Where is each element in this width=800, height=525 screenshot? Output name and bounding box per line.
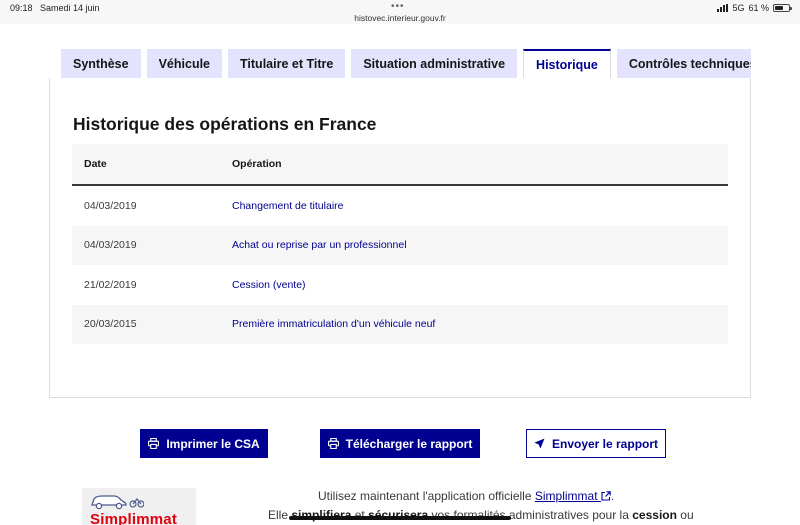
promo-text-prefix: Utilisez maintenant l'application offici… [318, 489, 532, 503]
status-time: 09:18 [10, 3, 33, 13]
battery-percent: 61 % [748, 3, 769, 13]
table-body: 04/03/2019 Changement de titulaire 04/03/2… [72, 186, 728, 344]
home-indicator[interactable] [289, 516, 511, 520]
tab-list: Synthèse Véhicule Titulaire et Titre Situat… [61, 49, 751, 78]
print-csa-label: Imprimer le CSA [166, 436, 260, 451]
row-operation-link[interactable]: Achat ou reprise par un professionnel [232, 239, 728, 251]
table-row: 04/03/2019 Changement de titulaire [72, 186, 728, 226]
page-title: Historique des opérations en France [73, 114, 377, 134]
battery-level [775, 6, 783, 10]
signal-icon [717, 4, 729, 12]
send-report-button[interactable]: Envoyer le rapport [526, 429, 666, 458]
row-date: 04/03/2019 [84, 239, 137, 252]
row-date: 21/02/2019 [84, 278, 137, 291]
row-date: 20/03/2015 [84, 318, 137, 331]
promo-text-a: Elle [268, 508, 289, 522]
table-row: 20/03/2015 Première immatriculation d'un … [72, 304, 728, 344]
printer-icon [327, 438, 339, 449]
simplimmat-link[interactable]: Simplimmat [535, 489, 611, 503]
print-csa-button[interactable]: Imprimer le CSA [140, 429, 268, 458]
row-operation-link[interactable]: Changement de titulaire [232, 200, 728, 212]
tab-synthese[interactable]: Synthèse [61, 49, 141, 78]
history-table: Date Opération 04/03/2019 Changement de t… [72, 144, 728, 344]
promo-text-g: ou [680, 508, 694, 522]
table-header: Date Opération [72, 144, 728, 186]
history-panel: Historique des opérations en France Date… [49, 78, 751, 398]
logo-text: Simplimmat [90, 511, 178, 525]
address-url[interactable]: histovec.interieur.gouv.fr [0, 13, 800, 23]
row-date: 04/03/2019 [84, 199, 137, 212]
status-date: Samedi 14 juin [40, 3, 100, 13]
tab-situation-administrative[interactable]: Situation administrative [351, 49, 518, 78]
tab-titulaire-et-titre[interactable]: Titulaire et Titre [228, 49, 346, 78]
tab-controles-techniques[interactable]: Contrôles techniques [616, 49, 751, 78]
download-report-button[interactable]: Télécharger le rapport [320, 429, 480, 458]
simplimmat-link-label: Simplimmat [534, 489, 598, 503]
table-row: 21/02/2019 Cession (vente) [72, 265, 728, 305]
more-dots-icon[interactable]: ••• [391, 1, 405, 12]
row-operation-link[interactable]: Première immatriculation d'un véhicule n… [232, 318, 728, 330]
tab-vehicule[interactable]: Véhicule [146, 49, 223, 78]
status-bar: 09:18 Samedi 14 juin ••• histovec.interi… [0, 0, 800, 24]
column-header-date: Date [84, 158, 107, 170]
external-link-icon [601, 491, 611, 501]
table-row: 04/03/2019 Achat ou reprise par un profes… [72, 225, 728, 265]
column-header-operation: Opération [232, 158, 282, 170]
status-indicators: 5G 61 % [717, 3, 792, 13]
printer-icon [148, 438, 160, 449]
promo-text-suffix: . [610, 489, 615, 503]
download-report-label: Télécharger le rapport [345, 436, 473, 451]
send-arrow-icon [534, 438, 545, 449]
tab-historique[interactable]: Historique [523, 49, 611, 78]
send-report-label: Envoyer le rapport [551, 436, 659, 451]
promo-text-f: cession [632, 508, 677, 522]
battery-icon [773, 4, 792, 12]
network-label: 5G [732, 3, 745, 13]
row-operation-link[interactable]: Cession (vente) [232, 279, 728, 291]
promo-text-line-1: Utilisez maintenant l'application offici… [0, 489, 800, 503]
